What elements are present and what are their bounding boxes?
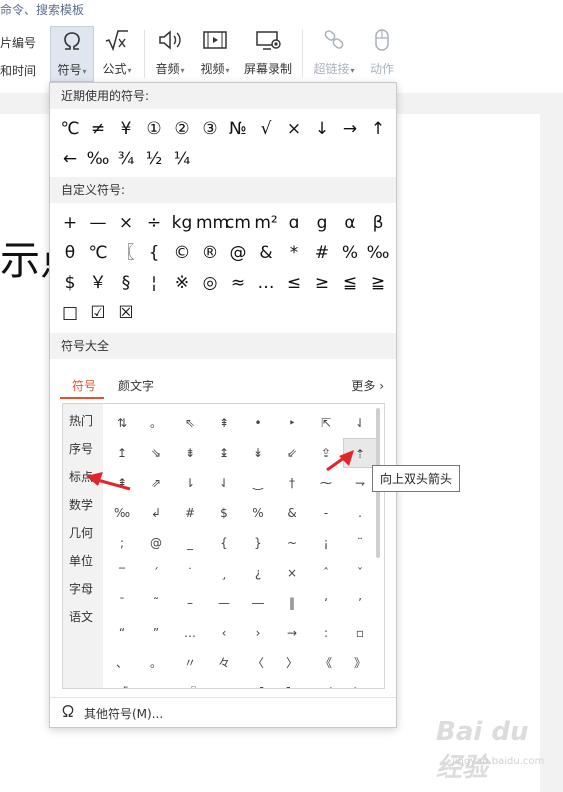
annotation-arrows	[86, 450, 354, 491]
red-arrow-icon	[326, 450, 354, 472]
red-arrow-icon	[86, 472, 131, 491]
baidu-watermark-url: jingyan.baidu.com	[452, 756, 545, 767]
baidu-watermark: Bai du 经验	[436, 717, 529, 783]
